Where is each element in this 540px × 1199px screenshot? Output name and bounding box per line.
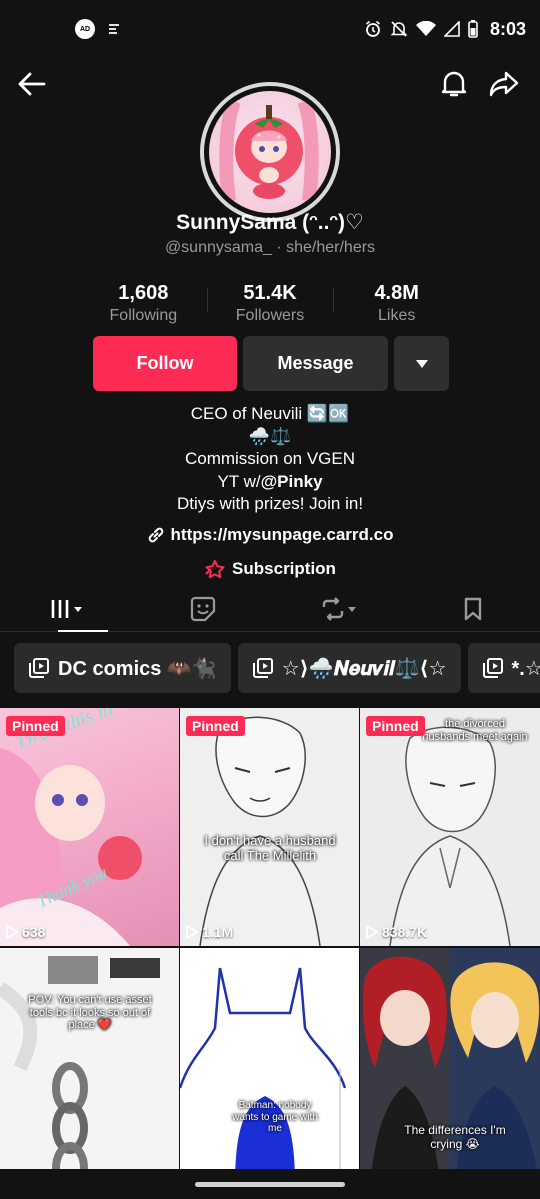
status-time: 8:03 bbox=[489, 18, 526, 39]
video-thumbnail[interactable]: the divorced husbands meet again Pinned … bbox=[360, 708, 540, 946]
link-icon bbox=[148, 527, 163, 543]
battery-icon bbox=[468, 20, 478, 38]
alarm-icon bbox=[365, 20, 380, 37]
playlist-icon bbox=[252, 658, 273, 678]
message-button[interactable]: Message bbox=[243, 336, 388, 391]
signal-icon bbox=[443, 21, 460, 37]
back-arrow-icon bbox=[18, 72, 46, 96]
strawberry-character-illustration bbox=[219, 98, 319, 202]
subscription-label: Subscription bbox=[232, 559, 336, 578]
view-count-value: 838.7K bbox=[382, 924, 428, 940]
video-caption: the divorced husbands meet again bbox=[422, 718, 528, 743]
view-count: 638 bbox=[6, 924, 45, 940]
followers-label: Followers bbox=[235, 307, 305, 324]
thumbnail-art bbox=[180, 967, 347, 1186]
video-caption: POV: You can't use asset tools bc it loo… bbox=[28, 994, 152, 1032]
wifi-icon bbox=[415, 21, 436, 36]
bio-line: Dtiys with prizes! Join in! bbox=[176, 494, 364, 513]
bell-icon bbox=[441, 71, 467, 97]
stat-following[interactable]: 1,608 Following bbox=[80, 282, 207, 325]
tab-favorites[interactable] bbox=[405, 586, 540, 631]
profile-stats: 1,608 Following 51.4K Followers 4.8M Lik… bbox=[80, 282, 460, 325]
play-icon bbox=[186, 925, 198, 939]
play-icon bbox=[366, 925, 378, 939]
bio-line: 🌧️⚖️ bbox=[248, 426, 292, 446]
bio-text: YT w/ bbox=[217, 471, 261, 491]
repost-icon bbox=[322, 596, 356, 621]
playlist-label: ☆⟩🌧️𝑵𝒆𝒖𝒗𝒊𝒍⚖️⟨☆ bbox=[281, 657, 447, 680]
subscription-link[interactable]: Subscription bbox=[0, 559, 540, 579]
back-button[interactable] bbox=[12, 64, 52, 104]
bio-line: Commission on VGEN bbox=[184, 449, 356, 468]
video-caption: I don't have a husband call The Millelit… bbox=[204, 833, 336, 863]
playlist-label: *.☆.*M bbox=[511, 657, 540, 680]
bio-line: YT w/@Pinky bbox=[0, 471, 540, 494]
view-count: 1.1M bbox=[186, 924, 233, 940]
tab-videos[interactable] bbox=[0, 586, 135, 632]
video-thumbnail[interactable]: Batman: nobody wants to game with me bbox=[180, 948, 359, 1186]
video-thumbnail[interactable]: I don't have a husband call The Millelit… bbox=[180, 708, 359, 946]
playlist-chip[interactable]: *.☆.*M bbox=[467, 643, 540, 693]
notifications-off-icon bbox=[390, 21, 408, 37]
username-pronouns: @sunnysama_ · she/her/hers bbox=[164, 239, 376, 256]
bio-mention-link[interactable]: @Pinky bbox=[261, 472, 323, 491]
pinned-badge: Pinned bbox=[366, 716, 425, 736]
view-count-value: 638 bbox=[22, 924, 46, 940]
bio-website-link[interactable]: https://mysunpage.carrd.co bbox=[0, 525, 540, 545]
website-url: https://mysunpage.carrd.co bbox=[170, 525, 394, 544]
view-count: 838.7K bbox=[366, 924, 427, 940]
thumbnail-art bbox=[0, 956, 160, 1186]
avatar[interactable] bbox=[200, 82, 340, 222]
stat-followers[interactable]: 51.4K Followers bbox=[206, 282, 334, 325]
tab-reposts[interactable] bbox=[270, 586, 405, 631]
ad-blocker-icon: AD bbox=[75, 19, 95, 39]
bio-line: CEO of Neuvili 🔄🆗 bbox=[190, 404, 350, 423]
profile-actions: Follow Message bbox=[93, 336, 449, 391]
notifications-button[interactable] bbox=[434, 64, 474, 104]
video-thumbnail[interactable]: The differences I'm crying 😭 bbox=[360, 948, 540, 1186]
video-thumbnail[interactable]: Draw this in Thank you Pinned 638 bbox=[0, 708, 179, 946]
sticker-icon bbox=[190, 596, 215, 621]
home-indicator[interactable] bbox=[195, 1182, 345, 1187]
playlists-row: DC comics 🦇🐈‍⬛ ☆⟩🌧️𝑵𝒆𝒖𝒗𝒊𝒍⚖️⟨☆ *.☆.*M bbox=[14, 643, 540, 693]
video-caption: Batman: nobody wants to game with me bbox=[232, 1100, 318, 1134]
play-icon bbox=[6, 925, 18, 939]
following-count: 1,608 bbox=[118, 282, 169, 304]
tab-reposts-stickers[interactable] bbox=[135, 586, 270, 631]
followers-count: 51.4K bbox=[243, 282, 297, 304]
caret-down-icon bbox=[415, 359, 428, 368]
bio: CEO of Neuvili 🔄🆗 🌧️⚖️ Commission on VGE… bbox=[0, 403, 540, 516]
stat-likes[interactable]: 4.8M Likes bbox=[333, 282, 460, 325]
video-thumbnail[interactable]: POV: You can't use asset tools bc it loo… bbox=[0, 948, 179, 1186]
thumbnail-art bbox=[389, 726, 511, 946]
likes-count: 4.8M bbox=[374, 282, 419, 304]
content-tabs bbox=[0, 586, 540, 632]
thumbnail-art bbox=[199, 716, 321, 946]
playlist-icon bbox=[482, 658, 503, 678]
playlist-label: DC comics 🦇🐈‍⬛ bbox=[58, 657, 217, 680]
status-bar: AD 8:03 bbox=[0, 0, 540, 58]
following-label: Following bbox=[109, 307, 178, 324]
playlist-icon bbox=[29, 658, 49, 678]
video-caption: The differences I'm crying 😭 bbox=[404, 1123, 506, 1151]
suggested-accounts-button[interactable] bbox=[394, 336, 449, 391]
playlist-chip[interactable]: DC comics 🦇🐈‍⬛ bbox=[14, 643, 231, 693]
playlist-chip[interactable]: ☆⟩🌧️𝑵𝒆𝒖𝒗𝒊𝒍⚖️⟨☆ bbox=[237, 643, 461, 693]
display-name: SunnySama (ᵔ..ᵔ)♡ bbox=[176, 211, 364, 234]
pinned-badge: Pinned bbox=[6, 716, 65, 736]
bookmark-icon bbox=[464, 597, 481, 620]
thumbnail-art: Draw this in Thank you bbox=[0, 708, 142, 946]
videos-grid-icon bbox=[51, 599, 82, 618]
notes-icon bbox=[109, 24, 119, 34]
follow-button[interactable]: Follow bbox=[93, 336, 237, 391]
pinned-badge: Pinned bbox=[186, 716, 245, 736]
share-button[interactable] bbox=[484, 64, 524, 104]
likes-label: Likes bbox=[378, 307, 416, 324]
view-count-value: 1.1M bbox=[202, 924, 234, 940]
share-icon bbox=[489, 71, 519, 97]
video-grid: Draw this in Thank you Pinned 638 I don'… bbox=[0, 708, 540, 1186]
subscription-star-icon bbox=[205, 560, 225, 578]
avatar-image bbox=[209, 91, 331, 213]
